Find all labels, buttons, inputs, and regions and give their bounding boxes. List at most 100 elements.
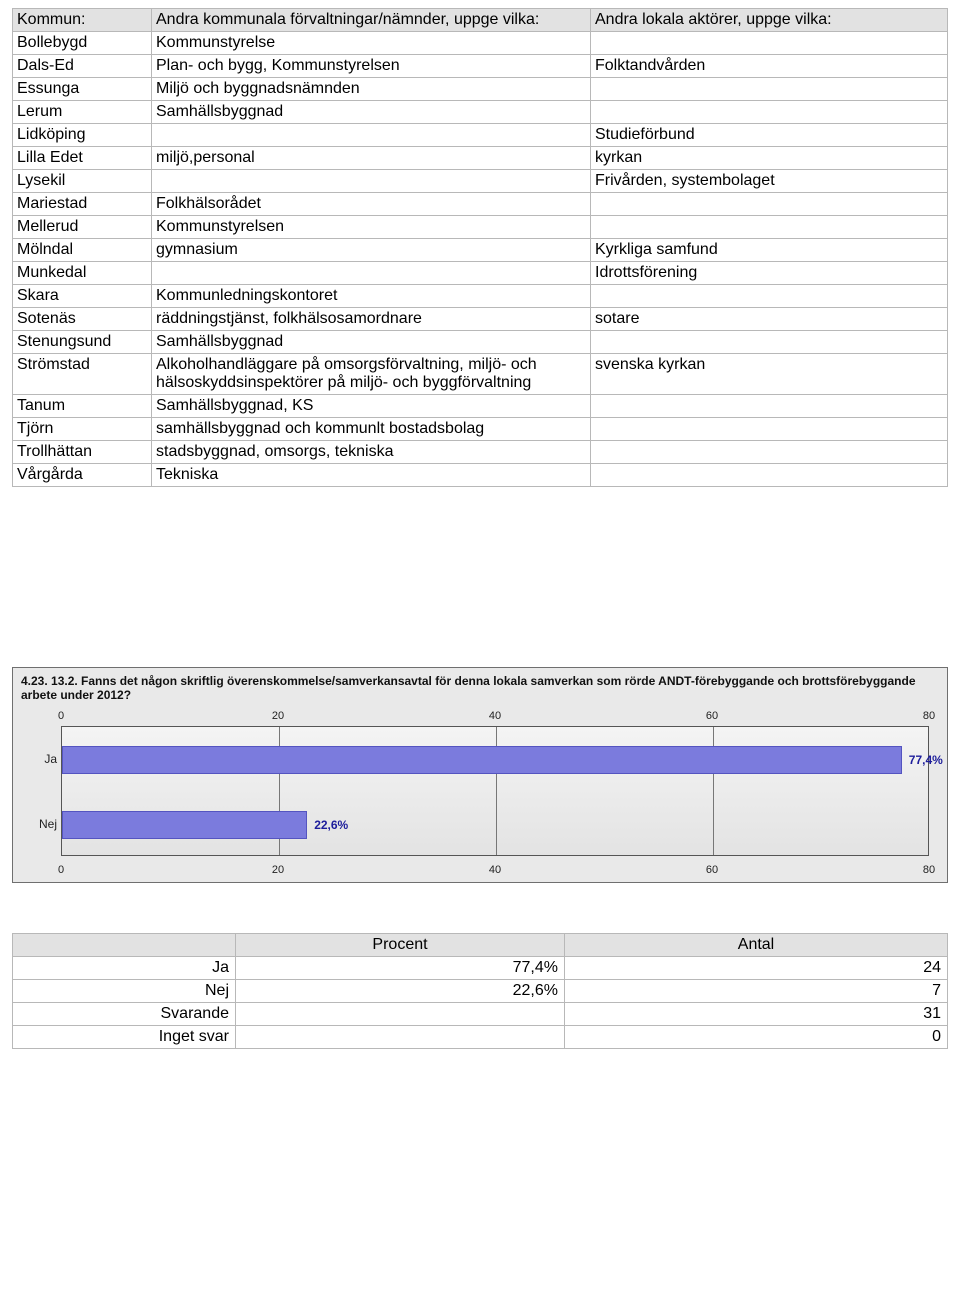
chart-container: 4.23. 13.2. Fanns det någon skriftlig öv… <box>12 667 948 883</box>
cell-andra-lokala <box>591 193 948 216</box>
cell-andra-lokala <box>591 464 948 487</box>
table-row: Munkedal Idrottsförening <box>13 262 948 285</box>
summary-label: Ja <box>13 957 236 980</box>
summary-label: Nej <box>13 980 236 1003</box>
cell-andra-kommunala: Plan- och bygg, Kommunstyrelsen <box>152 55 591 78</box>
summary-row: Ja77,4%24 <box>13 957 948 980</box>
chart-area: 77,4%22,6% 002020404060608080JaNej <box>17 708 943 878</box>
th-andra-lokala: Andra lokala aktörer, uppge vilka: <box>591 9 948 32</box>
summary-procent: 22,6% <box>236 980 565 1003</box>
cell-andra-kommunala: Tekniska <box>152 464 591 487</box>
cell-andra-kommunala <box>152 262 591 285</box>
cell-andra-kommunala: Kommunstyrelsen <box>152 216 591 239</box>
cell-kommun: Bollebygd <box>13 32 152 55</box>
axis-tick: 0 <box>58 710 64 722</box>
kommun-table: Kommun: Andra kommunala förvaltningar/nä… <box>12 8 948 487</box>
cell-andra-lokala <box>591 32 948 55</box>
summary-table: Procent Antal Ja77,4%24Nej22,6%7Svarande… <box>12 933 948 1049</box>
cell-andra-lokala <box>591 395 948 418</box>
cell-kommun: Vårgårda <box>13 464 152 487</box>
cell-kommun: Essunga <box>13 78 152 101</box>
cell-andra-lokala <box>591 441 948 464</box>
cell-kommun: Munkedal <box>13 262 152 285</box>
cell-andra-kommunala <box>152 124 591 147</box>
cell-andra-kommunala: stadsbyggnad, omsorgs, tekniska <box>152 441 591 464</box>
cell-andra-lokala: svenska kyrkan <box>591 354 948 395</box>
cell-andra-kommunala: Samhällsbyggnad <box>152 331 591 354</box>
axis-tick: 80 <box>923 710 935 722</box>
cell-andra-lokala <box>591 101 948 124</box>
axis-tick: 20 <box>272 864 284 876</box>
chart-value-label: 77,4% <box>909 753 943 767</box>
cell-kommun: Dals-Ed <box>13 55 152 78</box>
table-row: Lysekil Frivården, systembolaget <box>13 170 948 193</box>
table-row: Lilla Edetmiljö,personalkyrkan <box>13 147 948 170</box>
summary-row: Nej22,6%7 <box>13 980 948 1003</box>
th-andra-kommunala: Andra kommunala förvaltningar/nämnder, u… <box>152 9 591 32</box>
cell-andra-lokala <box>591 78 948 101</box>
axis-tick: 20 <box>272 710 284 722</box>
cell-kommun: Lysekil <box>13 170 152 193</box>
cell-andra-kommunala: räddningstjänst, folkhälsosamordnare <box>152 308 591 331</box>
cell-kommun: Strömstad <box>13 354 152 395</box>
summary-procent: 77,4% <box>236 957 565 980</box>
cell-andra-kommunala: Folkhälsorådet <box>152 193 591 216</box>
cell-andra-kommunala <box>152 170 591 193</box>
table-row: SkaraKommunledningskontoret <box>13 285 948 308</box>
cell-andra-kommunala: miljö,personal <box>152 147 591 170</box>
cell-kommun: Trollhättan <box>13 441 152 464</box>
cell-andra-lokala: sotare <box>591 308 948 331</box>
summary-row: Svarande 31 <box>13 1003 948 1026</box>
cell-kommun: Sotenäs <box>13 308 152 331</box>
cell-kommun: Stenungsund <box>13 331 152 354</box>
summary-antal: 31 <box>565 1003 948 1026</box>
axis-tick: 0 <box>58 864 64 876</box>
cell-andra-kommunala: samhällsbyggnad och kommunlt bostadsbola… <box>152 418 591 441</box>
summary-label: Svarande <box>13 1003 236 1026</box>
table-row: LerumSamhällsbyggnad <box>13 101 948 124</box>
cell-andra-lokala <box>591 285 948 308</box>
cell-kommun: Lerum <box>13 101 152 124</box>
cell-andra-lokala: Folktandvården <box>591 55 948 78</box>
axis-tick: 60 <box>706 710 718 722</box>
cell-andra-lokala <box>591 418 948 441</box>
cell-andra-lokala: Kyrkliga samfund <box>591 239 948 262</box>
table-row: Dals-EdPlan- och bygg, KommunstyrelsenFo… <box>13 55 948 78</box>
table-row: MellerudKommunstyrelsen <box>13 216 948 239</box>
chart-plot: 77,4% 22,6% <box>61 726 929 856</box>
cell-kommun: Lidköping <box>13 124 152 147</box>
cell-kommun: Mellerud <box>13 216 152 239</box>
cell-andra-kommunala: Samhällsbyggnad, KS <box>152 395 591 418</box>
axis-tick: 80 <box>923 864 935 876</box>
cell-andra-kommunala: Samhällsbyggnad <box>152 101 591 124</box>
chart-value-label: 22,6% <box>314 818 348 832</box>
summary-th-antal: Antal <box>565 934 948 957</box>
cell-andra-kommunala: Kommunstyrelse <box>152 32 591 55</box>
summary-procent <box>236 1003 565 1026</box>
table-row: Trollhättanstadsbyggnad, omsorgs, teknis… <box>13 441 948 464</box>
summary-th-procent: Procent <box>236 934 565 957</box>
summary-row: Inget svar0 <box>13 1026 948 1049</box>
chart-title: 4.23. 13.2. Fanns det någon skriftlig öv… <box>17 672 943 708</box>
axis-tick: 40 <box>489 864 501 876</box>
table-row: MölndalgymnasiumKyrkliga samfund <box>13 239 948 262</box>
cell-andra-lokala: Idrottsförening <box>591 262 948 285</box>
cell-andra-lokala: kyrkan <box>591 147 948 170</box>
table-row: MariestadFolkhälsorådet <box>13 193 948 216</box>
summary-antal: 7 <box>565 980 948 1003</box>
cell-andra-lokala <box>591 216 948 239</box>
cell-kommun: Tanum <box>13 395 152 418</box>
cell-andra-lokala: Frivården, systembolaget <box>591 170 948 193</box>
axis-tick: 40 <box>489 710 501 722</box>
cell-kommun: Tjörn <box>13 418 152 441</box>
chart-bar: 77,4% <box>62 746 902 774</box>
cell-kommun: Mariestad <box>13 193 152 216</box>
summary-antal: 24 <box>565 957 948 980</box>
chart-bar: 22,6% <box>62 811 307 839</box>
table-row: EssungaMiljö och byggnadsnämnden <box>13 78 948 101</box>
summary-procent <box>236 1026 565 1049</box>
cell-andra-kommunala: Kommunledningskontoret <box>152 285 591 308</box>
cell-kommun: Skara <box>13 285 152 308</box>
cell-andra-kommunala: Alkoholhandläggare på omsorgsförvaltning… <box>152 354 591 395</box>
summary-label: Inget svar <box>13 1026 236 1049</box>
